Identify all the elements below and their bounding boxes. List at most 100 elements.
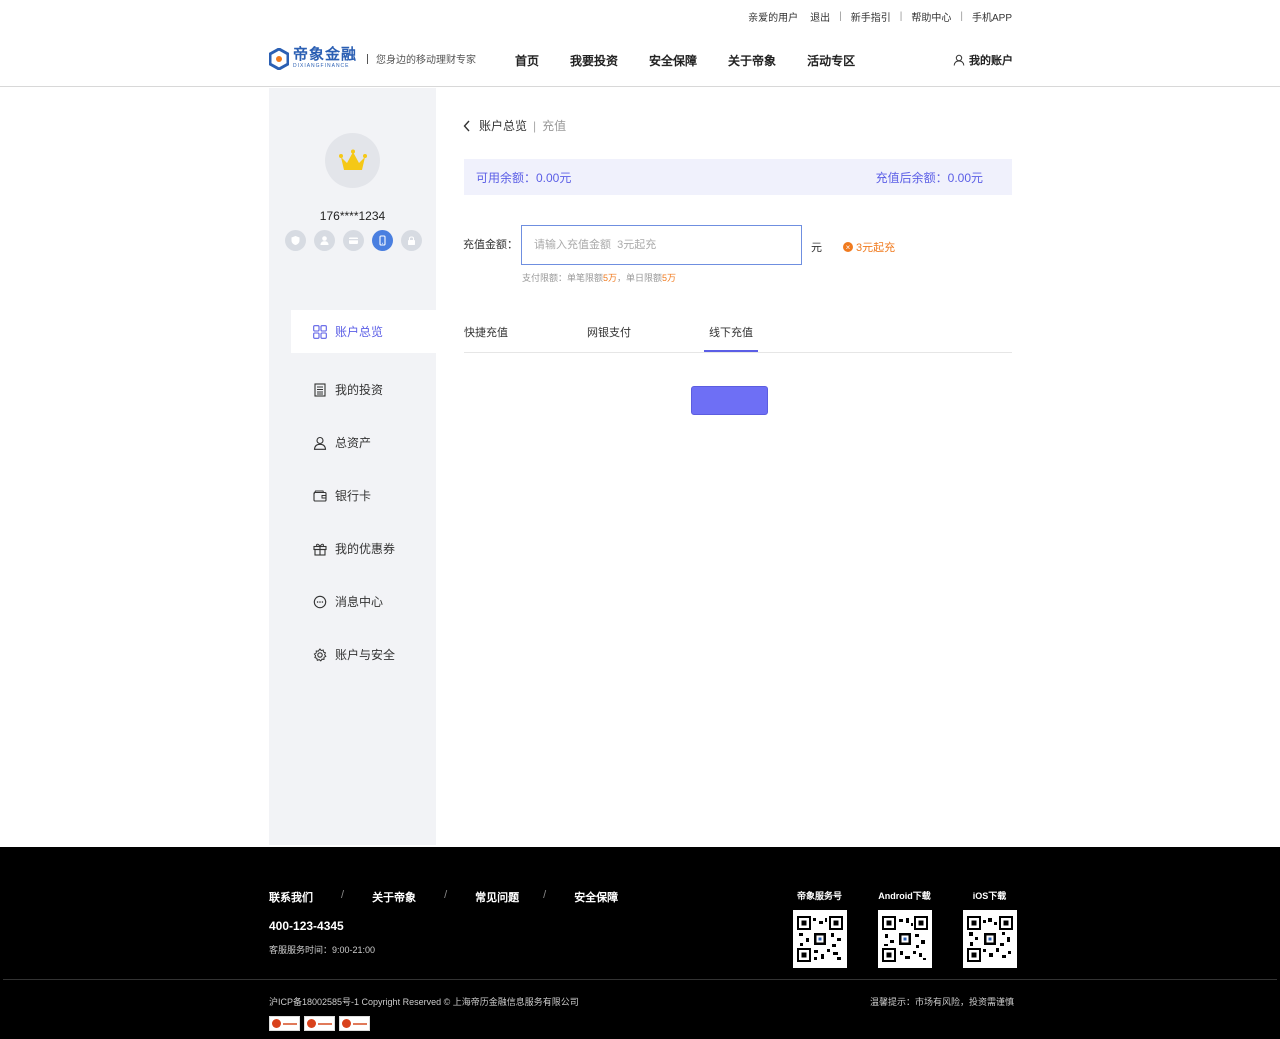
logo-divider [367,53,369,64]
gear-icon [313,647,327,662]
sidebar-item-label: 我的优惠券 [335,542,396,556]
user-icon [953,54,965,66]
footer: 联系我们 / 关于帝象 / 常见问题 / 安全保障 400-123-4345 客… [0,847,1280,1039]
sidebar-item-overview[interactable]: 账户总览 [291,310,436,353]
balance-bar: 可用余额：0.00元 充值后余额：0.00元 [464,159,1012,195]
sidebar-item-label: 账户总览 [335,325,384,339]
logo-mark-icon [268,46,290,71]
sidebar-item-label: 账户与安全 [335,648,396,662]
app-link[interactable]: 手机APP [972,9,1012,24]
logo[interactable]: 帝象金融 DIXIANGFINANCE 您身边的移动理财专家 [268,46,477,71]
trust-seal-icon[interactable] [304,1016,335,1031]
avatar[interactable] [325,133,380,188]
nav-home[interactable]: 首页 [515,52,539,69]
wallet-icon [313,490,327,502]
my-account-label: 我的账户 [969,55,1013,67]
qr-label: 帝象服务号 [796,891,842,901]
qr-code-icon[interactable] [962,910,1017,968]
footer-links: 联系我们 / 关于帝象 / 常见问题 / 安全保障 [269,889,618,905]
limit-prefix: 支付限额：单笔限额 [522,273,604,283]
recharge-amount-label: 充值金额： [463,239,518,251]
separator: | [839,11,842,22]
card-badge-icon[interactable] [343,230,364,251]
sidebar-item-label: 我的投资 [335,383,384,397]
recharge-amount-input[interactable] [521,225,802,265]
breadcrumb-current: 充值 [542,119,567,133]
shield-badge-icon[interactable] [285,230,306,251]
lock-badge-icon[interactable] [401,230,422,251]
verification-badges [285,230,430,251]
footer-link-security[interactable]: 安全保障 [574,889,618,905]
logout-link[interactable]: 退出 [810,9,830,24]
breadcrumb: 账户总览 | 充值 [463,117,566,134]
sidebar-item-label: 银行卡 [335,489,372,503]
guide-link[interactable]: 新手指引 [851,9,891,24]
service-hours: 客服服务时间：9:00-21:00 [269,945,376,955]
min-amount-hint-text: 3元起充 [856,242,896,254]
trust-seal-icon[interactable] [339,1016,370,1031]
limit-mid: ，单日限额 [617,273,663,283]
payment-limit: 支付限额：单笔限额5万，单日限额5万 [522,271,676,284]
qr-service-account: 帝象服务号 [792,889,847,968]
user-phone: 176****1234 [319,209,386,223]
tab-offline-recharge[interactable]: 线下充值 [704,324,758,352]
qr-label: Android下载 [878,891,931,901]
footer-divider [3,979,1277,980]
qr-code-icon[interactable] [792,910,847,968]
hotline: 400-123-4345 [269,919,344,933]
available-balance: 可用余额：0.00元 [476,170,572,185]
sidebar-item-label: 消息中心 [335,595,384,609]
user-icon [313,436,327,450]
help-link[interactable]: 帮助中心 [911,9,951,24]
nav-activity[interactable]: 活动专区 [807,52,855,69]
qr-ios: iOS下载 [962,889,1017,968]
separator: | [960,11,963,22]
amount-unit: 元 [811,242,822,254]
nav-security[interactable]: 安全保障 [649,52,697,69]
separator: | [899,11,903,22]
phone-badge-icon[interactable] [372,230,393,251]
logo-en: DIXIANGFINANCE [293,63,350,69]
breadcrumb-root[interactable]: 账户总览 [479,117,527,134]
chevron-left-icon[interactable] [463,120,471,132]
sidebar-item-security[interactable]: 账户与安全 [291,628,436,681]
sidebar-item-bank-card[interactable]: 银行卡 [291,469,436,522]
document-icon [314,382,326,397]
trust-seals [269,1016,374,1031]
tab-online-banking[interactable]: 网银支付 [587,324,631,340]
min-amount-hint: × 3元起充 [843,239,895,255]
footer-link-faq[interactable]: 常见问题 [475,889,519,905]
sidebar-item-assets[interactable]: 总资产 [291,416,436,469]
limit-single: 5万 [603,273,618,283]
message-icon [313,595,327,608]
top-links: 亲爱的用户 退出 | 新手指引 | 帮助中心 | 手机APP [748,9,1012,24]
gift-icon [313,543,327,556]
sidebar-item-investments[interactable]: 我的投资 [291,363,436,416]
my-account-link[interactable]: 我的账户 [953,52,1013,68]
qr-code-icon[interactable] [877,910,932,968]
sidebar-item-coupons[interactable]: 我的优惠券 [291,522,436,575]
trust-seal-icon[interactable] [269,1016,300,1031]
submit-button[interactable] [691,386,768,415]
top-bar: 亲爱的用户 退出 | 新手指引 | 帮助中心 | 手机APP [0,0,1280,30]
grid-icon [313,324,327,339]
nav-invest[interactable]: 我要投资 [570,52,618,69]
recharge-tabs: 快捷充值 网银支付 线下充值 [464,320,1012,353]
qr-label: iOS下载 [972,891,1007,901]
tab-quick-recharge[interactable]: 快捷充值 [464,324,508,340]
user-badge-icon[interactable] [314,230,335,251]
limit-daily: 5万 [662,273,677,283]
nav-about[interactable]: 关于帝象 [728,52,776,69]
sidebar: 176****1234 账户总览 我的投资 总资产 银行卡 我的优惠券 消息中心… [269,88,436,845]
error-icon: × [843,242,853,252]
footer-link-about[interactable]: 关于帝象 [372,889,416,905]
logo-name: 帝象金融 [293,46,358,63]
header: 帝象金融 DIXIANGFINANCE 您身边的移动理财专家 首页 我要投资 安… [0,30,1280,87]
sidebar-menu: 账户总览 我的投资 总资产 银行卡 我的优惠券 消息中心 账户与安全 [291,310,436,681]
footer-separator: / [341,889,345,901]
sidebar-item-messages[interactable]: 消息中心 [291,575,436,628]
footer-link-contact[interactable]: 联系我们 [269,889,313,905]
qr-codes: 帝象服务号 Android下载 iOS下载 [792,889,1047,968]
logo-slogan: 您身边的移动理财专家 [376,55,477,66]
breadcrumb-separator: | [533,118,537,133]
